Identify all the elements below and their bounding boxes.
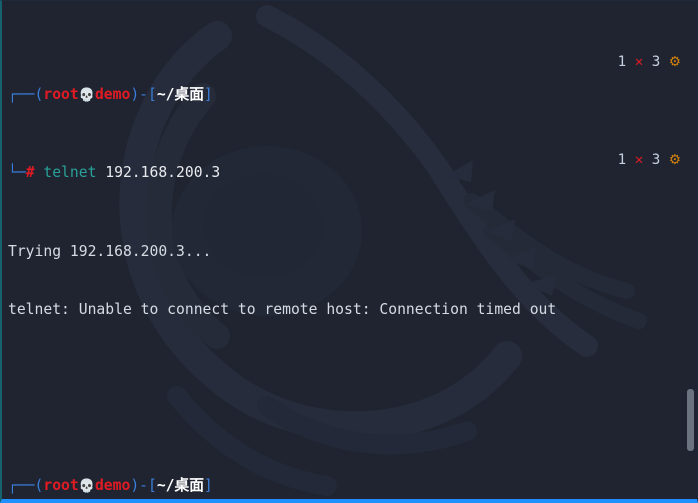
prompt-path: ~/桌面 <box>156 86 204 104</box>
prompt-open-bracket: [ <box>148 477 157 495</box>
prompt-frame-top: ┌── <box>8 477 35 495</box>
command-argument: 192.168.200.3 <box>105 164 221 182</box>
command-name: telnet <box>43 164 97 182</box>
prompt-dash: - <box>139 86 148 104</box>
prompt-close-bracket: ] <box>203 477 213 495</box>
skull-icon: 💀 <box>78 479 95 495</box>
gear-icon[interactable]: ⚙ <box>669 152 681 168</box>
prompt-host: demo <box>94 477 131 495</box>
prompt-hash: # <box>25 164 35 182</box>
job-count: 1 <box>617 53 627 70</box>
prompt-close-paren: ) <box>130 86 140 104</box>
terminal-window[interactable]: 1 ✕ 3 ⚙ 1 ✕ 3 ⚙ ┌──(root💀demo)-[~/桌面] └─… <box>0 0 698 503</box>
output-line: telnet: Unable to connect to remote host… <box>8 301 557 319</box>
output-line: Trying 192.168.200.3... <box>8 242 212 260</box>
prompt-close-bracket: ] <box>203 86 213 104</box>
status-indicators-block-1: 1 ✕ 3 ⚙ <box>583 33 681 92</box>
prompt-dash: - <box>139 477 148 495</box>
prompt-host: demo <box>94 86 131 104</box>
vertical-scrollbar[interactable] <box>687 389 694 451</box>
prompt-line-top: ┌──(root💀demo)-[~/桌面] <box>8 476 697 496</box>
error-mark-icon: ✕ <box>634 151 644 168</box>
prompt-user: root <box>43 477 79 495</box>
prompt-path: ~/桌面 <box>156 477 204 495</box>
error-mark-icon: ✕ <box>634 53 644 70</box>
skull-icon: 💀 <box>78 88 95 104</box>
gear-icon[interactable]: ⚙ <box>669 54 681 70</box>
job-count: 1 <box>617 151 627 168</box>
prompt-close-paren: ) <box>130 477 140 495</box>
prompt-user: root <box>43 86 79 104</box>
prompt-frame-bottom: └─ <box>8 164 26 182</box>
status-indicators-block-2: 1 ✕ 3 ⚙ <box>583 131 681 190</box>
prompt-open-bracket: [ <box>148 86 157 104</box>
prompt-frame-top: ┌── <box>8 86 35 104</box>
